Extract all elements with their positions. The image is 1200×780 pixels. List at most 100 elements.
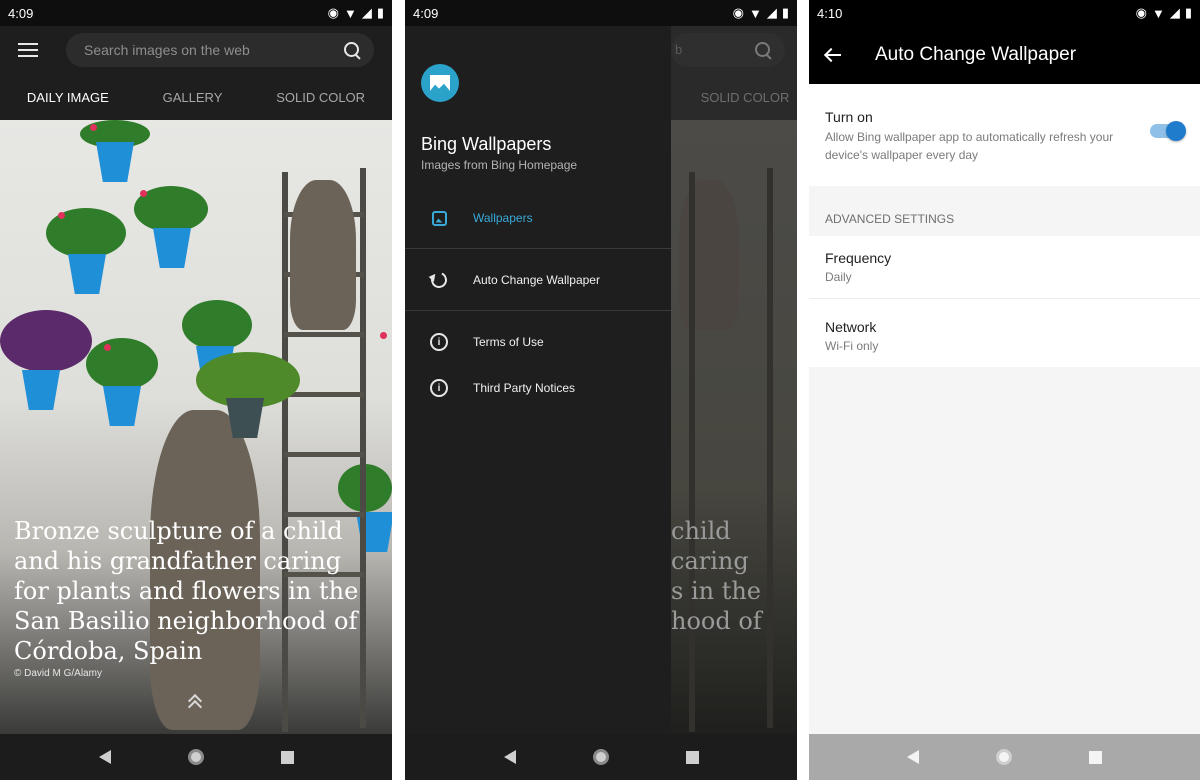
drawer-item-wallpapers[interactable]: Wallpapers <box>405 198 671 238</box>
info-icon: i <box>430 333 448 351</box>
system-nav-bar <box>405 734 797 780</box>
wifi-icon: ▼ <box>1151 5 1165 21</box>
flower-pot <box>103 386 141 426</box>
back-nav-icon[interactable] <box>503 750 516 764</box>
drawer-subtitle: Images from Bing Homepage <box>421 158 578 172</box>
tab-bar: DAILY IMAGE GALLERY SOLID COLOR <box>0 74 392 120</box>
search-placeholder: Search images on the web <box>84 42 250 58</box>
turn-on-title: Turn on <box>825 109 873 125</box>
status-time: 4:09 <box>8 5 34 21</box>
ladder-rung <box>284 392 364 397</box>
frequency-setting[interactable]: Frequency Daily <box>809 236 1200 298</box>
system-nav-bar <box>0 734 392 780</box>
network-setting[interactable]: Network Wi-Fi only <box>809 299 1200 367</box>
plant <box>182 300 252 350</box>
auto-change-toggle[interactable] <box>1150 121 1186 141</box>
daily-image-photo[interactable]: Bronze sculpture of a child and his gran… <box>0 120 392 734</box>
network-value: Wi-Fi only <box>825 339 879 353</box>
signal-icon: ◢ <box>1169 5 1180 20</box>
drawer-app-name: Bing Wallpapers <box>421 134 552 154</box>
search-icon[interactable] <box>344 42 360 58</box>
ladder-rung <box>284 332 364 337</box>
drawer-item-label: Third Party Notices <box>473 381 576 395</box>
ladder-rung <box>284 452 364 457</box>
phone-daily-image: 4:09 ◉ ▼ ◢ ▮ Search images on the web DA… <box>0 0 392 780</box>
app-bar: Search images on the web <box>0 26 392 74</box>
drawer-item-label: Auto Change Wallpaper <box>473 273 600 287</box>
child-statue <box>679 180 739 330</box>
recents-nav-icon[interactable] <box>1088 750 1102 764</box>
home-nav-icon[interactable] <box>592 749 609 765</box>
home-nav-icon[interactable] <box>995 749 1012 765</box>
image-caption: Bronze sculpture of a child and his gran… <box>14 517 359 665</box>
info-icon: i <box>430 379 448 397</box>
dimmed-caption-line: child <box>671 517 731 545</box>
frequency-value: Daily <box>825 270 852 284</box>
dimmed-caption: child caring s in the hood of <box>671 516 762 636</box>
back-nav-icon[interactable] <box>907 750 920 764</box>
plant <box>86 338 158 390</box>
dimmed-search-tail: b <box>675 42 683 57</box>
flower <box>58 212 65 219</box>
status-bar: 4:09 ◉ ▼ ◢ ▮ <box>405 0 797 26</box>
frequency-title: Frequency <box>825 250 892 266</box>
flower <box>380 332 387 339</box>
ladder-rail <box>689 172 695 732</box>
status-bar: 4:09 ◉ ▼ ◢ ▮ <box>0 0 392 26</box>
turn-on-setting[interactable]: Turn on Allow Bing wallpaper app to auto… <box>809 84 1200 186</box>
recents-nav-icon[interactable] <box>685 750 699 764</box>
drawer-item-auto-change-wallpaper[interactable]: Auto Change Wallpaper <box>405 260 671 300</box>
dimmed-search: b <box>671 33 785 67</box>
refresh-icon <box>428 269 450 291</box>
battery-icon: ▮ <box>1184 5 1192 20</box>
image-credit: © David M G/Alamy <box>14 668 102 679</box>
network-title: Network <box>825 319 877 335</box>
advanced-settings-header: ADVANCED SETTINGS <box>825 212 955 226</box>
page-title: Auto Change Wallpaper <box>875 44 1077 65</box>
drawer-divider <box>405 310 671 311</box>
search-icon <box>755 42 771 58</box>
drawer-item-label: Wallpapers <box>473 211 533 225</box>
drawer-divider <box>405 248 671 249</box>
flower-pot <box>153 228 191 268</box>
chevron-up-icon[interactable] <box>187 693 203 715</box>
ladder-rail <box>767 168 773 728</box>
flower-pot <box>96 142 134 182</box>
wifi-icon: ▼ <box>343 5 357 21</box>
phone-navigation-drawer: 4:09 ◉ ▼ ◢ ▮ b SOLID COLOR child caring … <box>405 0 797 780</box>
flower <box>90 124 97 131</box>
drawer-item-label: Terms of Use <box>473 335 544 349</box>
eye-icon: ◉ <box>732 5 744 20</box>
signal-icon: ◢ <box>361 5 372 20</box>
navigation-drawer: Bing Wallpapers Images from Bing Homepag… <box>405 26 671 734</box>
status-time: 4:10 <box>817 5 843 21</box>
dimmed-tab-label: SOLID COLOR <box>700 89 790 105</box>
signal-icon: ◢ <box>766 5 777 20</box>
battery-icon: ▮ <box>781 5 789 20</box>
home-nav-icon[interactable] <box>187 749 204 765</box>
search-input[interactable]: Search images on the web <box>66 33 374 67</box>
menu-icon[interactable] <box>18 43 38 57</box>
drawer-item-terms-of-use[interactable]: i Terms of Use <box>405 322 671 362</box>
dimmed-tabs: SOLID COLOR <box>671 74 797 120</box>
toggle-knob <box>1166 121 1186 141</box>
bing-wallpapers-logo-icon <box>421 64 459 102</box>
tab-solid-color[interactable]: SOLID COLOR <box>276 90 365 105</box>
back-nav-icon[interactable] <box>98 750 111 764</box>
flower <box>140 190 147 197</box>
recents-nav-icon[interactable] <box>280 750 294 764</box>
back-arrow-icon[interactable] <box>825 48 841 62</box>
eye-icon: ◉ <box>1135 5 1147 20</box>
dimmed-caption-line: caring <box>671 547 749 575</box>
status-bar: 4:10 ◉ ▼ ◢ ▮ <box>809 0 1200 26</box>
flower <box>104 344 111 351</box>
wifi-icon: ▼ <box>748 5 762 21</box>
image-icon <box>431 210 447 226</box>
status-time: 4:09 <box>413 5 439 21</box>
tab-gallery[interactable]: GALLERY <box>163 90 223 105</box>
drawer-item-third-party-notices[interactable]: i Third Party Notices <box>405 368 671 408</box>
tab-daily-image[interactable]: DAILY IMAGE <box>27 90 109 105</box>
system-nav-bar <box>809 734 1200 780</box>
flower-pot <box>68 254 106 294</box>
phone-auto-change-settings: 4:10 ◉ ▼ ◢ ▮ Auto Change Wallpaper Turn … <box>809 0 1200 780</box>
